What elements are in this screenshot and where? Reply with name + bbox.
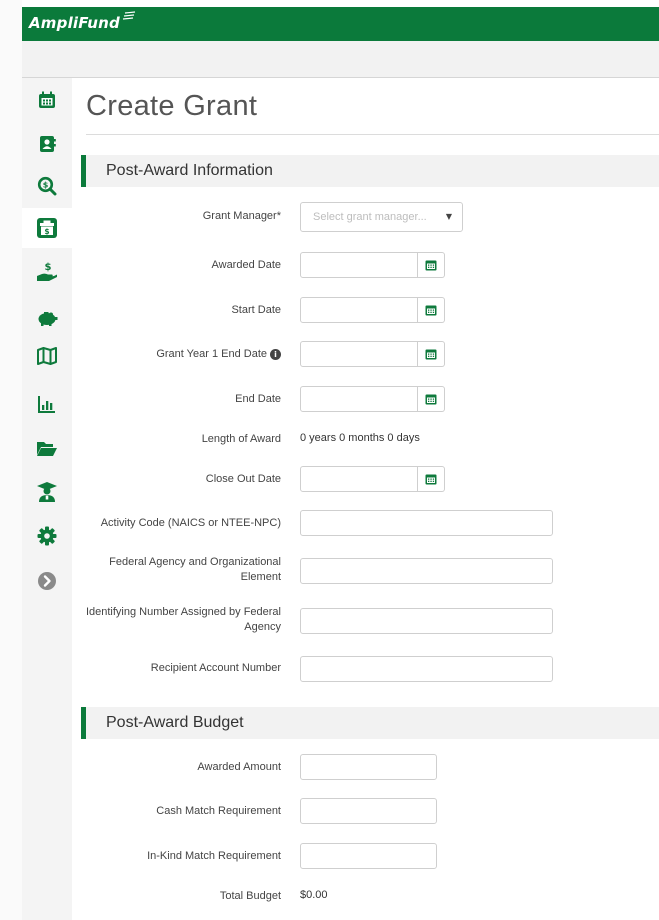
left-gutter <box>0 0 22 920</box>
end-date-calendar-button[interactable] <box>418 386 445 412</box>
total-budget-label: Total Budget <box>219 890 281 902</box>
title-divider <box>86 134 659 135</box>
grant-manager-placeholder: Select grant manager... <box>313 211 427 223</box>
svg-text:$: $ <box>44 227 49 236</box>
grant-manager-label: Grant Manager* <box>202 210 281 222</box>
start-date-input[interactable] <box>300 297 418 323</box>
cash-match-input[interactable] <box>300 798 437 824</box>
contacts-icon[interactable] <box>22 124 72 164</box>
year1-end-input[interactable] <box>300 341 418 367</box>
close-out-input[interactable] <box>300 466 418 492</box>
total-budget-value: $0.00 <box>300 889 328 901</box>
year1-end-calendar-button[interactable] <box>418 341 445 367</box>
cash-match-label: Cash Match Requirement <box>156 805 281 817</box>
section-accent-bar <box>81 707 86 739</box>
recipient-account-label: Recipient Account Number <box>150 662 281 674</box>
year1-end-label-text: Grant Year 1 End Date <box>156 348 267 360</box>
map-icon[interactable] <box>22 336 72 376</box>
year1-end-label: Grant Year 1 End Date i <box>156 347 281 362</box>
federal-agency-label: Federal Agency and Organizational Elemen… <box>109 556 281 583</box>
caret-down-icon: ▼ <box>445 212 452 221</box>
section-accent-bar <box>81 155 86 187</box>
side-nav: $ $ $ <box>22 78 72 920</box>
section-title: Post-Award Budget <box>106 714 244 731</box>
chevron-right-circle-icon[interactable] <box>22 561 72 601</box>
top-bar: AmpliFund <box>22 7 659 41</box>
folder-open-icon[interactable] <box>22 428 72 468</box>
page-title: Create Grant <box>86 90 258 122</box>
end-date-label: End Date <box>235 393 281 405</box>
section-title: Post-Award Information <box>106 162 273 179</box>
grant-manager-select[interactable]: Select grant manager... ▼ <box>300 202 463 232</box>
page: AmpliFund $ $ $ Create Grant Post-Award … <box>0 0 659 920</box>
bar-chart-icon[interactable] <box>22 384 72 424</box>
awarded-amount-label: Awarded Amount <box>197 761 281 773</box>
info-icon[interactable]: i <box>270 348 281 360</box>
close-out-label: Close Out Date <box>205 473 281 485</box>
svg-text:$: $ <box>43 181 49 190</box>
start-date-calendar-button[interactable] <box>418 297 445 323</box>
svg-text:$: $ <box>45 262 52 273</box>
brand-logo[interactable]: AmpliFund <box>29 14 120 32</box>
awarded-amount-input[interactable] <box>300 754 437 780</box>
calendar-icon <box>425 349 437 360</box>
in-kind-match-input[interactable] <box>300 843 437 869</box>
end-date-input[interactable] <box>300 386 418 412</box>
awarded-date-calendar-button[interactable] <box>418 252 445 278</box>
sub-toolbar <box>22 41 659 78</box>
length-label: Length of Award <box>201 433 281 445</box>
calendar-icon <box>425 474 437 485</box>
length-value: 0 years 0 months 0 days <box>300 432 420 444</box>
activity-code-input[interactable] <box>300 510 553 536</box>
post-award-budget-header: Post-Award Budget <box>81 707 659 739</box>
calendar-icon[interactable] <box>22 80 72 120</box>
close-out-calendar-button[interactable] <box>418 466 445 492</box>
calendar-icon <box>425 305 437 316</box>
search-funding-icon[interactable]: $ <box>22 166 72 206</box>
federal-agency-input[interactable] <box>300 558 553 584</box>
in-kind-match-label: In-Kind Match Requirement <box>147 850 281 862</box>
post-award-info-header: Post-Award Information <box>81 155 659 187</box>
awarded-date-input[interactable] <box>300 252 418 278</box>
awarded-date-label: Awarded Date <box>211 259 281 271</box>
brand-mark-icon <box>122 11 136 20</box>
piggy-bank-icon[interactable] <box>22 298 72 338</box>
identifying-number-label: Identifying Number Assigned by Federal A… <box>85 606 281 633</box>
graduate-icon[interactable] <box>22 472 72 512</box>
grants-box-icon[interactable]: $ <box>22 208 72 248</box>
calendar-icon <box>425 260 437 271</box>
gear-icon[interactable] <box>22 516 72 556</box>
start-date-label: Start Date <box>231 304 281 316</box>
activity-code-label: Activity Code (NAICS or NTEE-NPC) <box>100 517 281 529</box>
identifying-number-input[interactable] <box>300 608 553 634</box>
calendar-icon <box>425 394 437 405</box>
recipient-account-input[interactable] <box>300 656 553 682</box>
payment-hand-icon[interactable]: $ <box>22 252 72 292</box>
main-content: Create Grant Post-Award Information Gran… <box>72 78 659 920</box>
